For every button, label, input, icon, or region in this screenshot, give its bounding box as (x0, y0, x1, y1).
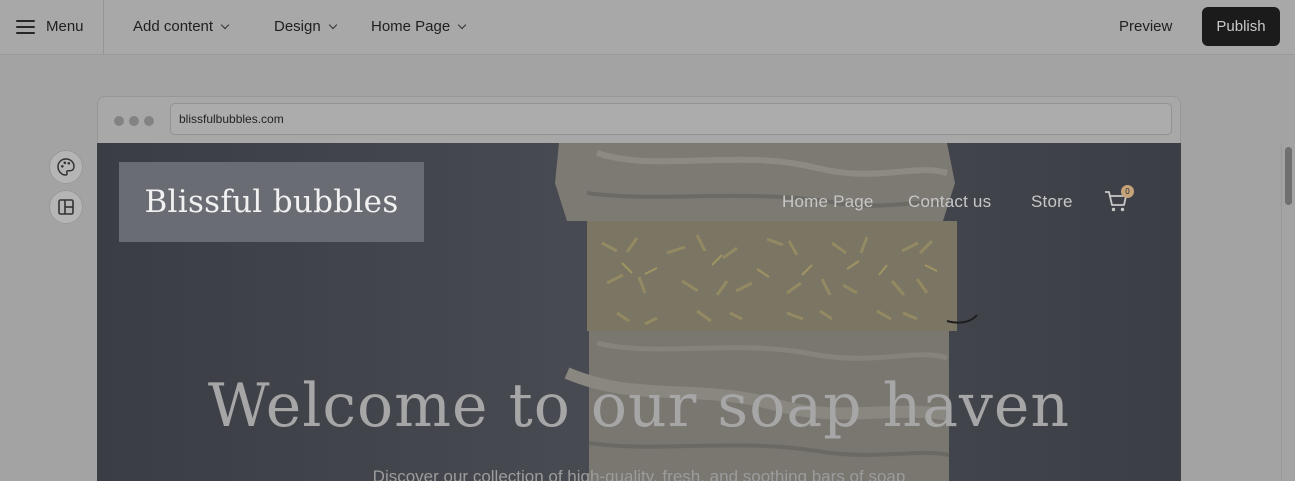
chevron-down-icon (457, 20, 467, 30)
layout-icon (58, 199, 74, 215)
site-preview[interactable]: Blissful bubbles Home Page Contact us St… (97, 143, 1181, 481)
cart-count-badge: 0 (1121, 185, 1134, 198)
preview-button[interactable]: Preview (1119, 18, 1172, 35)
publish-button[interactable]: Publish (1202, 7, 1280, 46)
design-dropdown[interactable]: Design (274, 18, 337, 35)
menu-label: Menu (46, 18, 84, 35)
page-selector-label: Home Page (371, 18, 451, 35)
page-selector-dropdown[interactable]: Home Page (371, 18, 467, 35)
chevron-down-icon (220, 20, 230, 30)
window-dot-icon (129, 116, 139, 126)
site-nav-home[interactable]: Home Page (782, 192, 874, 212)
site-nav-contact[interactable]: Contact us (908, 192, 991, 212)
hero-title: Welcome to our soap haven (207, 371, 1071, 441)
theme-colors-button[interactable] (49, 150, 83, 184)
url-bar: blissfulbubbles.com (170, 103, 1172, 135)
add-content-dropdown[interactable]: Add content (133, 18, 230, 35)
hamburger-icon (16, 20, 35, 34)
site-logo-text: Blissful bubbles (144, 184, 399, 220)
design-label: Design (274, 18, 321, 35)
site-nav-store[interactable]: Store (1031, 192, 1073, 212)
chevron-down-icon (328, 20, 337, 30)
hero-subtitle: Discover our collection of high-quality,… (372, 467, 906, 481)
scrollbar[interactable] (1281, 143, 1295, 481)
site-logo[interactable]: Blissful bubbles (119, 162, 424, 242)
editor-toolbar: Menu Add content Design Home Page Previe… (0, 0, 1295, 55)
scrollbar-thumb[interactable] (1285, 147, 1292, 205)
browser-chrome: blissfulbubbles.com (97, 96, 1181, 143)
palette-icon (57, 158, 75, 176)
add-content-label: Add content (133, 18, 214, 35)
menu-button[interactable]: Menu (0, 0, 104, 54)
window-dot-icon (114, 116, 124, 126)
layout-sections-button[interactable] (49, 190, 83, 224)
window-dot-icon (144, 116, 154, 126)
